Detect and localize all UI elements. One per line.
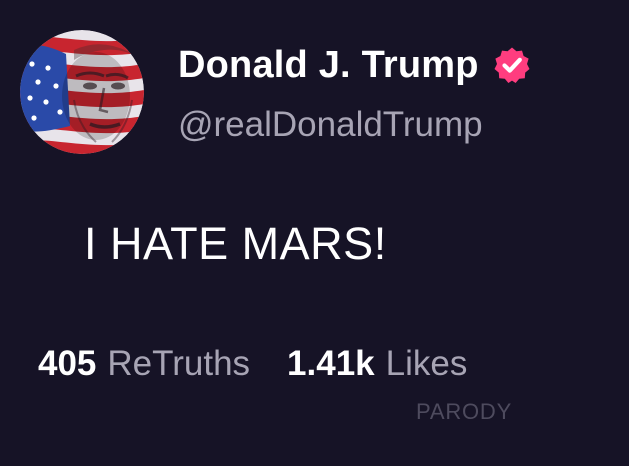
avatar[interactable] bbox=[20, 30, 144, 154]
post-text: I HATE MARS! bbox=[84, 218, 387, 269]
retruths-label[interactable]: ReTruths bbox=[107, 344, 250, 384]
display-name[interactable]: Donald J. Trump bbox=[178, 44, 479, 87]
likes-stat[interactable]: 1.41k Likes bbox=[287, 344, 467, 384]
flag-face-avatar-image bbox=[20, 30, 144, 154]
author-handle[interactable]: @realDonaldTrump bbox=[178, 105, 483, 145]
truth-post: Donald J. Trump @realDonaldTrump I HATE … bbox=[0, 0, 629, 466]
retruths-count[interactable]: 405 bbox=[38, 344, 96, 384]
parody-watermark: PARODY bbox=[416, 399, 513, 424]
author-name-row: Donald J. Trump bbox=[178, 40, 531, 90]
post-stats: 405 ReTruths 1.41k Likes bbox=[38, 344, 467, 384]
verified-check-icon bbox=[493, 46, 531, 84]
likes-label: Likes bbox=[385, 344, 468, 383]
likes-count: 1.41k bbox=[287, 344, 375, 383]
